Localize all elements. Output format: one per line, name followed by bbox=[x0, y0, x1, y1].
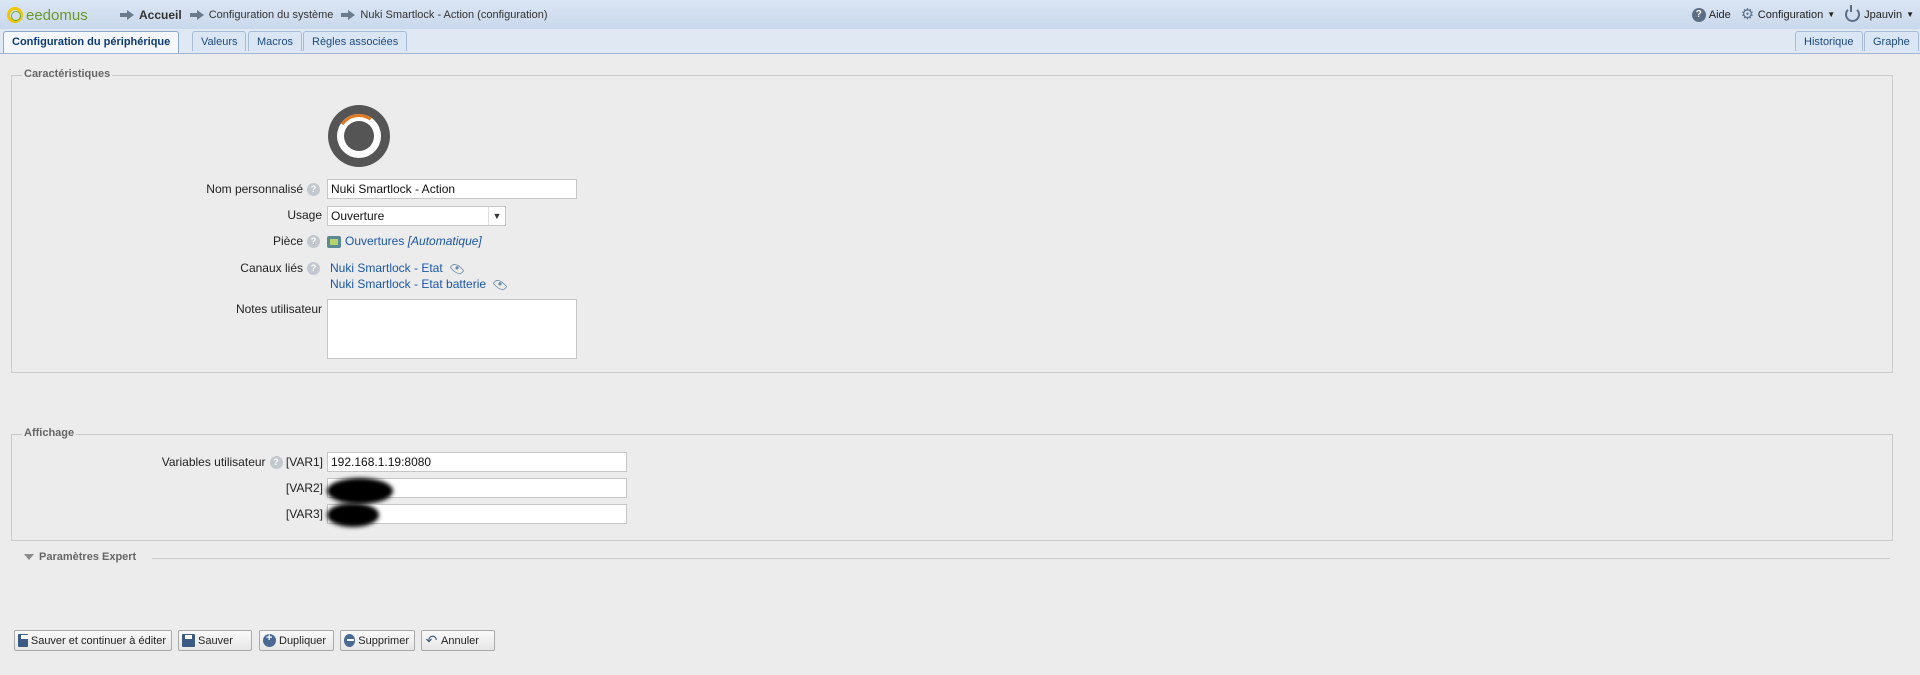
redacted-value bbox=[327, 478, 393, 504]
fieldset-caracteristiques: Caractéristiques bbox=[11, 68, 1893, 373]
breadcrumb-home[interactable]: Accueil bbox=[120, 8, 182, 22]
expert-section: Paramètres Expert bbox=[12, 551, 1890, 565]
expert-toggle[interactable]: Paramètres Expert bbox=[24, 551, 136, 563]
help-icon[interactable]: ? bbox=[307, 183, 320, 197]
arrow-icon bbox=[189, 9, 204, 20]
save-icon bbox=[18, 634, 28, 647]
usage-label: Usage bbox=[287, 208, 322, 222]
power-icon bbox=[1845, 5, 1861, 22]
usage-select[interactable]: Ouverture ▼ bbox=[327, 206, 506, 226]
tab-valeurs[interactable]: Valeurs bbox=[192, 31, 247, 51]
chevron-down-icon: ▼ bbox=[1827, 10, 1836, 19]
user-menu[interactable]: Jpauvin ▼ bbox=[1845, 5, 1914, 22]
delete-button[interactable]: Supprimer bbox=[340, 630, 415, 651]
var3-label: [VAR3] bbox=[285, 507, 323, 521]
tab-regles[interactable]: Règles associées bbox=[303, 31, 408, 51]
lock-device-icon bbox=[328, 105, 390, 167]
canaux-label: Canaux liés? bbox=[240, 261, 320, 276]
help-icon[interactable]: ? bbox=[269, 456, 283, 470]
vars-label: Variables utilisateur? [VAR1] bbox=[161, 455, 323, 470]
arrow-icon bbox=[341, 9, 356, 20]
gear-icon: ⚙ bbox=[1740, 5, 1755, 23]
logo-icon bbox=[7, 7, 23, 23]
eedomus-logo[interactable]: eedomus bbox=[7, 5, 88, 25]
triangle-down-icon bbox=[24, 554, 34, 561]
tab-device-config[interactable]: Configuration du périphérique bbox=[3, 31, 180, 53]
canal-link-batterie[interactable]: Nuki Smartlock - Etat batterie bbox=[330, 277, 508, 293]
logo-text: eedomus bbox=[26, 6, 88, 24]
name-label: Nom personnalisé? bbox=[206, 182, 320, 197]
breadcrumb: Accueil Configuration du système Nuki Sm… bbox=[120, 0, 556, 29]
piece-label: Pièce? bbox=[273, 234, 320, 249]
help-icon[interactable]: ? bbox=[307, 262, 320, 276]
var2-label: [VAR2] bbox=[285, 481, 323, 495]
save-button[interactable]: Sauver bbox=[178, 630, 252, 651]
undo-icon: ↶ bbox=[425, 632, 438, 648]
delete-icon bbox=[344, 634, 356, 647]
top-header: eedomus Accueil Configuration du système… bbox=[0, 0, 1920, 30]
cancel-button[interactable]: ↶ Annuler bbox=[421, 630, 495, 651]
top-right-menu: ? Aide ⚙ Configuration ▼ Jpauvin ▼ bbox=[1682, 0, 1914, 29]
help-link[interactable]: ? Aide bbox=[1691, 7, 1731, 22]
help-icon[interactable]: ? bbox=[307, 235, 320, 249]
duplicate-icon bbox=[263, 632, 276, 647]
tab-macros[interactable]: Macros bbox=[248, 31, 303, 51]
redacted-value bbox=[327, 503, 379, 527]
notes-textarea[interactable] bbox=[327, 299, 577, 359]
breadcrumb-system-config[interactable]: Configuration du système bbox=[189, 9, 333, 21]
piece-link[interactable]: Ouvertures [Automatique] bbox=[327, 234, 482, 248]
chevron-down-icon: ▼ bbox=[1906, 10, 1914, 19]
help-icon: ? bbox=[1691, 7, 1706, 22]
eye-icon[interactable] bbox=[449, 261, 465, 277]
var1-input[interactable] bbox=[327, 452, 627, 472]
fieldset-legend: Caractéristiques bbox=[22, 68, 113, 80]
configuration-menu[interactable]: ⚙ Configuration ▼ bbox=[1740, 5, 1836, 23]
save-icon bbox=[182, 634, 195, 647]
tab-bar: Configuration du périphérique Valeurs Ma… bbox=[0, 29, 1920, 54]
save-continue-button[interactable]: Sauver et continuer à éditer bbox=[14, 630, 172, 651]
fieldset-legend: Affichage bbox=[22, 427, 77, 439]
divider bbox=[152, 558, 1890, 559]
breadcrumb-current: Nuki Smartlock - Action (configuration) bbox=[341, 9, 548, 21]
tab-historique[interactable]: Historique bbox=[1795, 31, 1863, 51]
tab-graphe[interactable]: Graphe bbox=[1864, 31, 1919, 51]
chevron-down-icon: ▼ bbox=[488, 207, 505, 225]
notes-label: Notes utilisateur bbox=[235, 302, 322, 316]
duplicate-button[interactable]: Dupliquer bbox=[259, 630, 334, 651]
name-input[interactable] bbox=[327, 179, 577, 199]
canal-link-etat[interactable]: Nuki Smartlock - Etat bbox=[330, 261, 465, 277]
eye-icon[interactable] bbox=[492, 277, 508, 293]
room-icon bbox=[327, 235, 341, 248]
arrow-icon bbox=[120, 9, 134, 20]
